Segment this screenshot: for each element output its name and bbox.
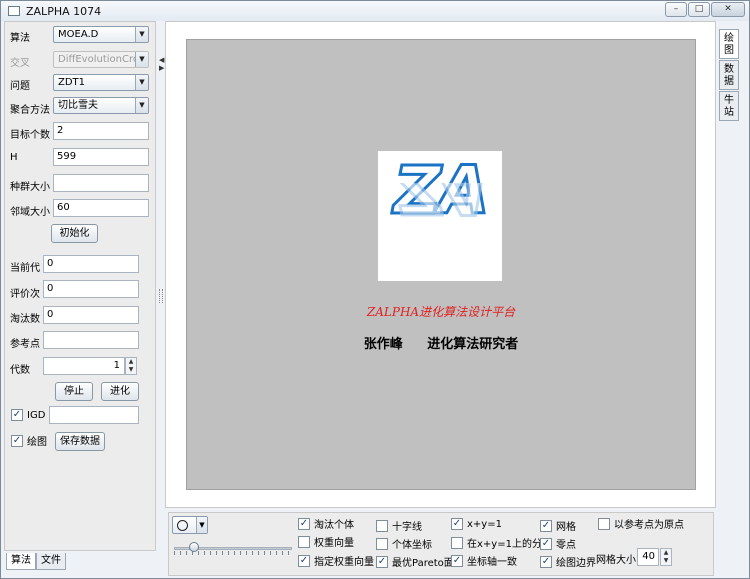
- gens-spinner[interactable]: ▲ ▼: [125, 357, 137, 375]
- title-bar: ZALPHA 1074 – □ ✕: [1, 1, 749, 21]
- crosshair-label: 十字线: [392, 522, 422, 533]
- xy1-checkbox[interactable]: ✓: [451, 518, 463, 530]
- minimize-button[interactable]: –: [665, 2, 687, 17]
- problem-select[interactable]: ZDT1 ▼: [53, 74, 149, 91]
- weight-vectors-label: 权重向量: [314, 538, 354, 549]
- h-label: H: [10, 152, 18, 163]
- algorithm-select[interactable]: MOEA.D ▼: [53, 26, 149, 43]
- pareto-front-label: 最优Pareto面: [392, 558, 454, 569]
- grid-checkbox[interactable]: ✓: [540, 519, 552, 532]
- author-text: 张作峰 进化算法研究者: [363, 337, 519, 352]
- xy1-distribution-checkbox[interactable]: [451, 536, 463, 549]
- aggregation-select[interactable]: 切比雪夫 ▼: [53, 97, 149, 114]
- eliminated-individuals-label: 淘汰个体: [314, 520, 354, 531]
- individual-coords-checkbox[interactable]: [376, 537, 388, 550]
- xy1-label: x+y=1: [467, 518, 502, 530]
- neighborhood-label: 邻域大小: [10, 207, 50, 218]
- circle-marker-icon: [177, 520, 188, 531]
- chevron-down-icon: ▼: [135, 98, 148, 113]
- ref-as-origin-label: 以参考点为原点: [614, 520, 684, 531]
- specified-weights-label: 指定权重向量: [314, 557, 374, 568]
- igd-field: [49, 406, 139, 424]
- close-button[interactable]: ✕: [711, 2, 745, 17]
- population-label: 种群大小: [10, 182, 50, 193]
- tab-file[interactable]: 文件: [36, 553, 66, 570]
- plot-checkbox[interactable]: ✓: [11, 434, 23, 447]
- split-divider[interactable]: [159, 289, 163, 303]
- slider-thumb[interactable]: [189, 542, 199, 552]
- crossover-label: 交叉: [10, 58, 30, 69]
- grid-size-spinner[interactable]: ▲ ▼: [660, 548, 672, 566]
- za-logo: ZA ZA: [378, 151, 502, 281]
- algorithm-label: 算法: [10, 33, 30, 44]
- objectives-label: 目标个数: [10, 130, 50, 141]
- weight-vectors-checkbox[interactable]: [298, 535, 310, 548]
- pareto-front-checkbox[interactable]: ✓: [376, 555, 388, 568]
- aggregation-label: 聚合方法: [10, 105, 50, 116]
- generation-field: 0: [43, 255, 139, 273]
- tab-data[interactable]: 数据: [719, 60, 739, 90]
- igd-checkbox[interactable]: ✓: [11, 409, 23, 421]
- axis-consistent-checkbox[interactable]: ✓: [451, 554, 463, 567]
- zero-point-label: 零点: [556, 540, 576, 551]
- tab-station[interactable]: 牛站: [719, 91, 739, 121]
- slogan-text: ZALPHA进化算法设计平台: [366, 305, 516, 319]
- grid-size-label: 网格大小: [596, 555, 636, 566]
- problem-label: 问题: [10, 81, 30, 92]
- problem-value: ZDT1: [58, 77, 86, 88]
- h-input[interactable]: 599: [53, 148, 149, 166]
- plot-label: 绘图: [27, 437, 47, 448]
- chevron-down-icon: ▼: [135, 75, 148, 90]
- evolve-button[interactable]: 进化: [101, 382, 139, 401]
- algorithm-value: MOEA.D: [58, 29, 99, 40]
- right-tabs: 绘图 数据 牛站: [719, 29, 741, 122]
- evaluations-field: 0: [43, 280, 139, 298]
- eliminated-label: 淘汰数: [10, 314, 40, 325]
- stop-button[interactable]: 停止: [55, 382, 93, 401]
- individual-coords-label: 个体坐标: [392, 540, 432, 551]
- marker-shape-select[interactable]: ▼: [172, 516, 208, 534]
- crosshair-checkbox[interactable]: [376, 519, 388, 532]
- evaluations-label: 评价次: [10, 289, 40, 300]
- neighborhood-input[interactable]: 60: [53, 199, 149, 217]
- save-data-button[interactable]: 保存数据: [55, 432, 105, 451]
- igd-label: IGD: [27, 409, 46, 421]
- chevron-down-icon: ▼: [135, 52, 148, 67]
- init-button[interactable]: 初始化: [51, 224, 98, 243]
- reference-label: 参考点: [10, 339, 40, 350]
- specified-weights-checkbox[interactable]: ✓: [298, 554, 310, 567]
- generation-label: 当前代: [10, 263, 40, 274]
- grid-size-input[interactable]: 40: [637, 548, 659, 566]
- grid-label: 网格: [556, 522, 576, 533]
- eliminated-individuals-checkbox[interactable]: ✓: [298, 517, 310, 530]
- reference-field: [43, 331, 139, 349]
- window-title: ZALPHA 1074: [26, 4, 102, 18]
- left-tabs: 算法 文件: [6, 553, 66, 570]
- gens-label: 代数: [10, 365, 30, 376]
- ref-as-origin-checkbox[interactable]: [598, 517, 610, 530]
- plot-border-checkbox[interactable]: ✓: [540, 555, 552, 568]
- plot-border-label: 绘图边界: [556, 558, 596, 569]
- gens-input[interactable]: 1: [43, 357, 125, 375]
- logo-reflection: ZA: [392, 183, 488, 229]
- crossover-select[interactable]: DiffEvolutionCro... ▼: [53, 51, 149, 68]
- tab-plot[interactable]: 绘图: [719, 29, 739, 59]
- chevron-down-icon: ▼: [135, 27, 148, 42]
- app-icon: [8, 6, 20, 16]
- aggregation-value: 切比雪夫: [58, 100, 98, 111]
- objectives-input[interactable]: 2: [53, 122, 149, 140]
- chevron-down-icon: ▼: [196, 517, 207, 533]
- zero-point-checkbox[interactable]: ✓: [540, 537, 552, 550]
- eliminated-field: 0: [43, 306, 139, 324]
- collapse-arrows-icon[interactable]: ◀ ▶: [159, 56, 164, 72]
- maximize-button[interactable]: □: [688, 2, 710, 17]
- tab-algorithm[interactable]: 算法: [6, 553, 36, 570]
- population-input[interactable]: [53, 174, 149, 192]
- axis-consistent-label: 坐标轴一致: [467, 557, 517, 568]
